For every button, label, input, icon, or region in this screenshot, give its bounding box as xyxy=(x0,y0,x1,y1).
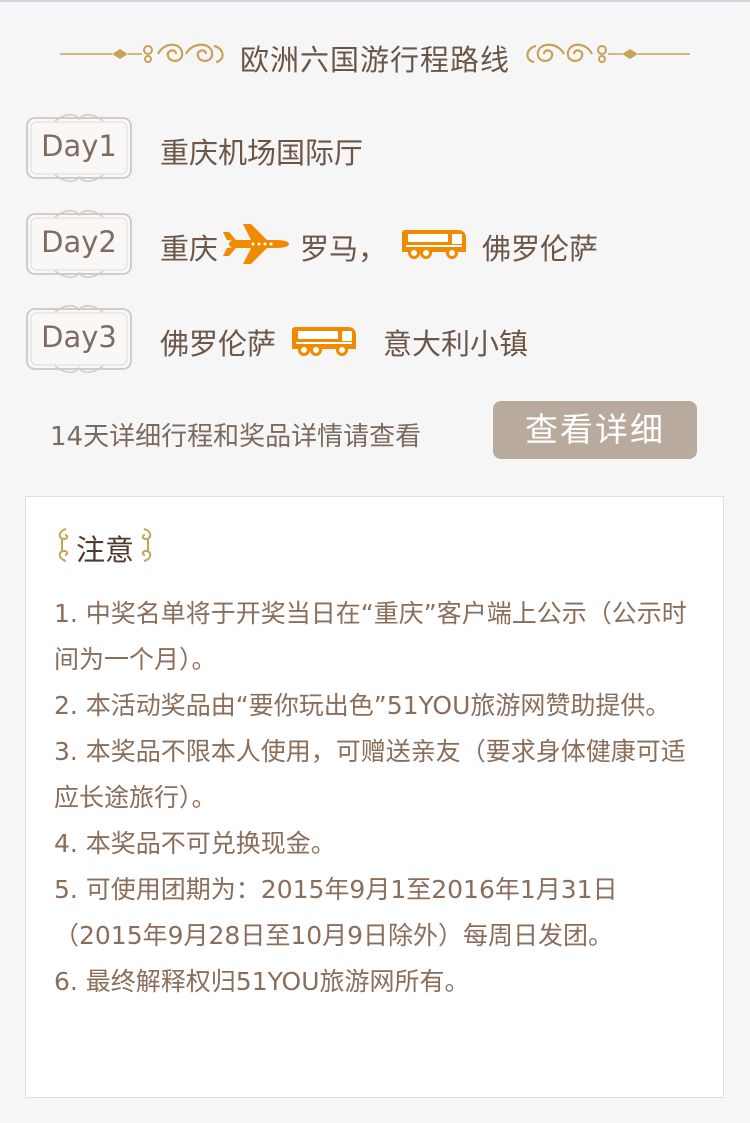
itinerary-day-1: Day1 重庆机场国际厅 xyxy=(25,112,715,184)
notice-item: 4. 本奖品不可兑换现金。 xyxy=(54,829,336,858)
notice-item: 3. 本奖品不限本人使用，可赠送亲友（要求身体健康可适应长途旅行）。 xyxy=(54,737,686,812)
notice-item: 1. 中奖名单将于开奖当日在“重庆”客户端上公示（公示时间为一个月）。 xyxy=(54,599,687,674)
notice-item: 2. 本活动奖品由“要你玩出色”51YOU旅游网赞助提供。 xyxy=(54,691,671,720)
notice-item: 5. 可使用团期为：2015年9月1至2016年1月31日（2015年9月28日… xyxy=(54,875,618,950)
notice-panel: 注意 1. 中奖名单将于开奖当日在“重庆”客户端上公示（公示时间为一个月）。 2… xyxy=(25,496,724,1098)
ornament-right-icon xyxy=(526,43,690,64)
bus-icon xyxy=(292,327,356,356)
day-badge: Day2 xyxy=(25,208,133,280)
location-text: 意大利小镇 xyxy=(383,327,529,361)
bus-icon xyxy=(402,230,466,259)
notice-title: 注意 xyxy=(76,533,135,567)
airplane-icon xyxy=(223,224,289,264)
view-details-button[interactable]: 查看详细 xyxy=(493,401,697,459)
section-header: 欧洲六国游行程路线 xyxy=(60,30,690,78)
left-scroll-bracket-icon xyxy=(58,528,69,562)
day-label: Day1 xyxy=(41,129,117,163)
location-text: 罗马， xyxy=(300,232,388,266)
notice-item: 6. 最终解释权归51YOU旅游网所有。 xyxy=(54,967,470,996)
location-text: 重庆 xyxy=(160,232,219,266)
day-label: Day2 xyxy=(41,225,117,259)
itinerary-day-3: Day3 佛罗伦萨 意大利小镇 xyxy=(25,303,715,375)
top-divider xyxy=(0,0,750,2)
location-text: 重庆机场国际厅 xyxy=(160,136,364,170)
itinerary-day-2: Day2 重庆 罗马， 佛罗伦萨 xyxy=(25,208,715,280)
detail-prompt: 14天详细行程和奖品详情请查看 xyxy=(50,422,422,452)
day-label: Day3 xyxy=(41,320,117,354)
day-badge: Day3 xyxy=(25,303,133,375)
location-text: 佛罗伦萨 xyxy=(482,232,599,266)
day-badge: Day1 xyxy=(25,112,133,184)
notice-list: 1. 中奖名单将于开奖当日在“重庆”客户端上公示（公示时间为一个月）。 2. 本… xyxy=(54,591,704,1005)
location-text: 佛罗伦萨 xyxy=(160,327,277,361)
right-scroll-bracket-icon xyxy=(141,528,152,562)
